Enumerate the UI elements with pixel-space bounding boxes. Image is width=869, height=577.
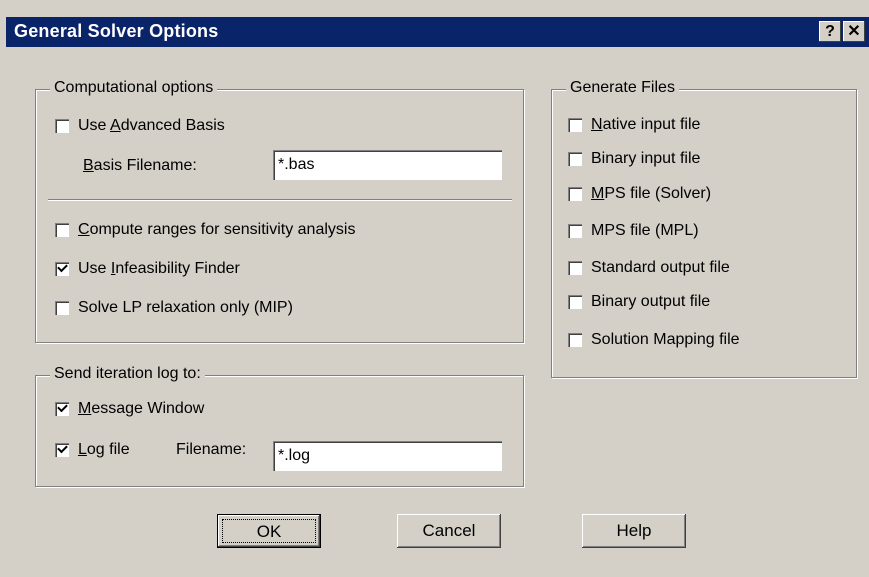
standard-output-file-box[interactable]: [568, 261, 582, 275]
binary-output-file-checkbox[interactable]: Binary output file: [568, 291, 710, 313]
use-advanced-basis-label: Use Advanced Basis: [78, 117, 225, 134]
message-window-label: Message Window: [78, 400, 205, 417]
title-bar[interactable]: General Solver Options ? ✕: [6, 17, 869, 47]
solution-mapping-file-label: Solution Mapping file: [591, 331, 740, 348]
computational-options-legend: Computational options: [50, 79, 218, 97]
mps-file-solver-box[interactable]: [568, 187, 582, 201]
native-input-file-box[interactable]: [568, 118, 582, 132]
message-window-checkbox[interactable]: Message Window: [55, 398, 204, 420]
mps-file-mpl-checkbox[interactable]: MPS file (MPL): [568, 220, 699, 242]
use-infeasibility-finder-label: Use Infeasibility Finder: [78, 260, 240, 277]
binary-input-file-box[interactable]: [568, 152, 582, 166]
mps-file-solver-label: MPS file (Solver): [591, 185, 712, 202]
mps-file-solver-checkbox[interactable]: MPS file (Solver): [568, 183, 711, 205]
use-advanced-basis-box[interactable]: [55, 119, 69, 133]
window-title: General Solver Options: [14, 21, 219, 41]
native-input-file-checkbox[interactable]: Native input file: [568, 114, 700, 136]
message-window-box[interactable]: [55, 402, 69, 416]
ok-button[interactable]: OK: [217, 514, 321, 548]
solution-mapping-file-box[interactable]: [568, 333, 582, 347]
computational-separator: [48, 199, 512, 201]
binary-input-file-label: Binary input file: [591, 150, 701, 167]
generate-files-legend: Generate Files: [566, 79, 679, 97]
standard-output-file-checkbox[interactable]: Standard output file: [568, 257, 730, 279]
use-infeasibility-finder-checkbox[interactable]: Use Infeasibility Finder: [55, 258, 240, 280]
solve-lp-relaxation-label: Solve LP relaxation only (MIP): [78, 299, 293, 316]
log-file-checkbox[interactable]: Log file: [55, 439, 130, 461]
close-icon[interactable]: ✕: [843, 21, 865, 42]
compute-ranges-label: Compute ranges for sensitivity analysis: [78, 221, 356, 238]
binary-output-file-label: Binary output file: [591, 293, 711, 310]
log-filename-label: Filename:: [176, 441, 247, 458]
solve-lp-relaxation-box[interactable]: [55, 301, 69, 315]
solution-mapping-file-checkbox[interactable]: Solution Mapping file: [568, 329, 740, 351]
cancel-button[interactable]: Cancel: [397, 514, 501, 548]
compute-ranges-checkbox[interactable]: Compute ranges for sensitivity analysis: [55, 219, 355, 241]
log-file-label: Log file: [78, 441, 130, 458]
basis-filename-input[interactable]: *.bas: [273, 150, 502, 180]
use-infeasibility-finder-box[interactable]: [55, 262, 69, 276]
compute-ranges-box[interactable]: [55, 223, 69, 237]
general-solver-options-dialog: General Solver Options ? ✕ Computational…: [0, 0, 869, 577]
basis-filename-label: Basis Filename:: [83, 157, 197, 174]
iteration-log-legend: Send iteration log to:: [50, 365, 205, 383]
binary-output-file-box[interactable]: [568, 295, 582, 309]
solve-lp-relaxation-checkbox[interactable]: Solve LP relaxation only (MIP): [55, 297, 293, 319]
mps-file-mpl-box[interactable]: [568, 224, 582, 238]
help-icon[interactable]: ?: [819, 21, 841, 42]
binary-input-file-checkbox[interactable]: Binary input file: [568, 148, 700, 170]
log-file-box[interactable]: [55, 443, 69, 457]
log-filename-input[interactable]: *.log: [273, 441, 502, 471]
help-button[interactable]: Help: [582, 514, 686, 548]
ok-button-label: OK: [222, 519, 316, 543]
native-input-file-label: Native input file: [591, 116, 701, 133]
use-advanced-basis-checkbox[interactable]: Use Advanced Basis: [55, 115, 225, 137]
standard-output-file-label: Standard output file: [591, 259, 730, 276]
mps-file-mpl-label: MPS file (MPL): [591, 222, 699, 239]
